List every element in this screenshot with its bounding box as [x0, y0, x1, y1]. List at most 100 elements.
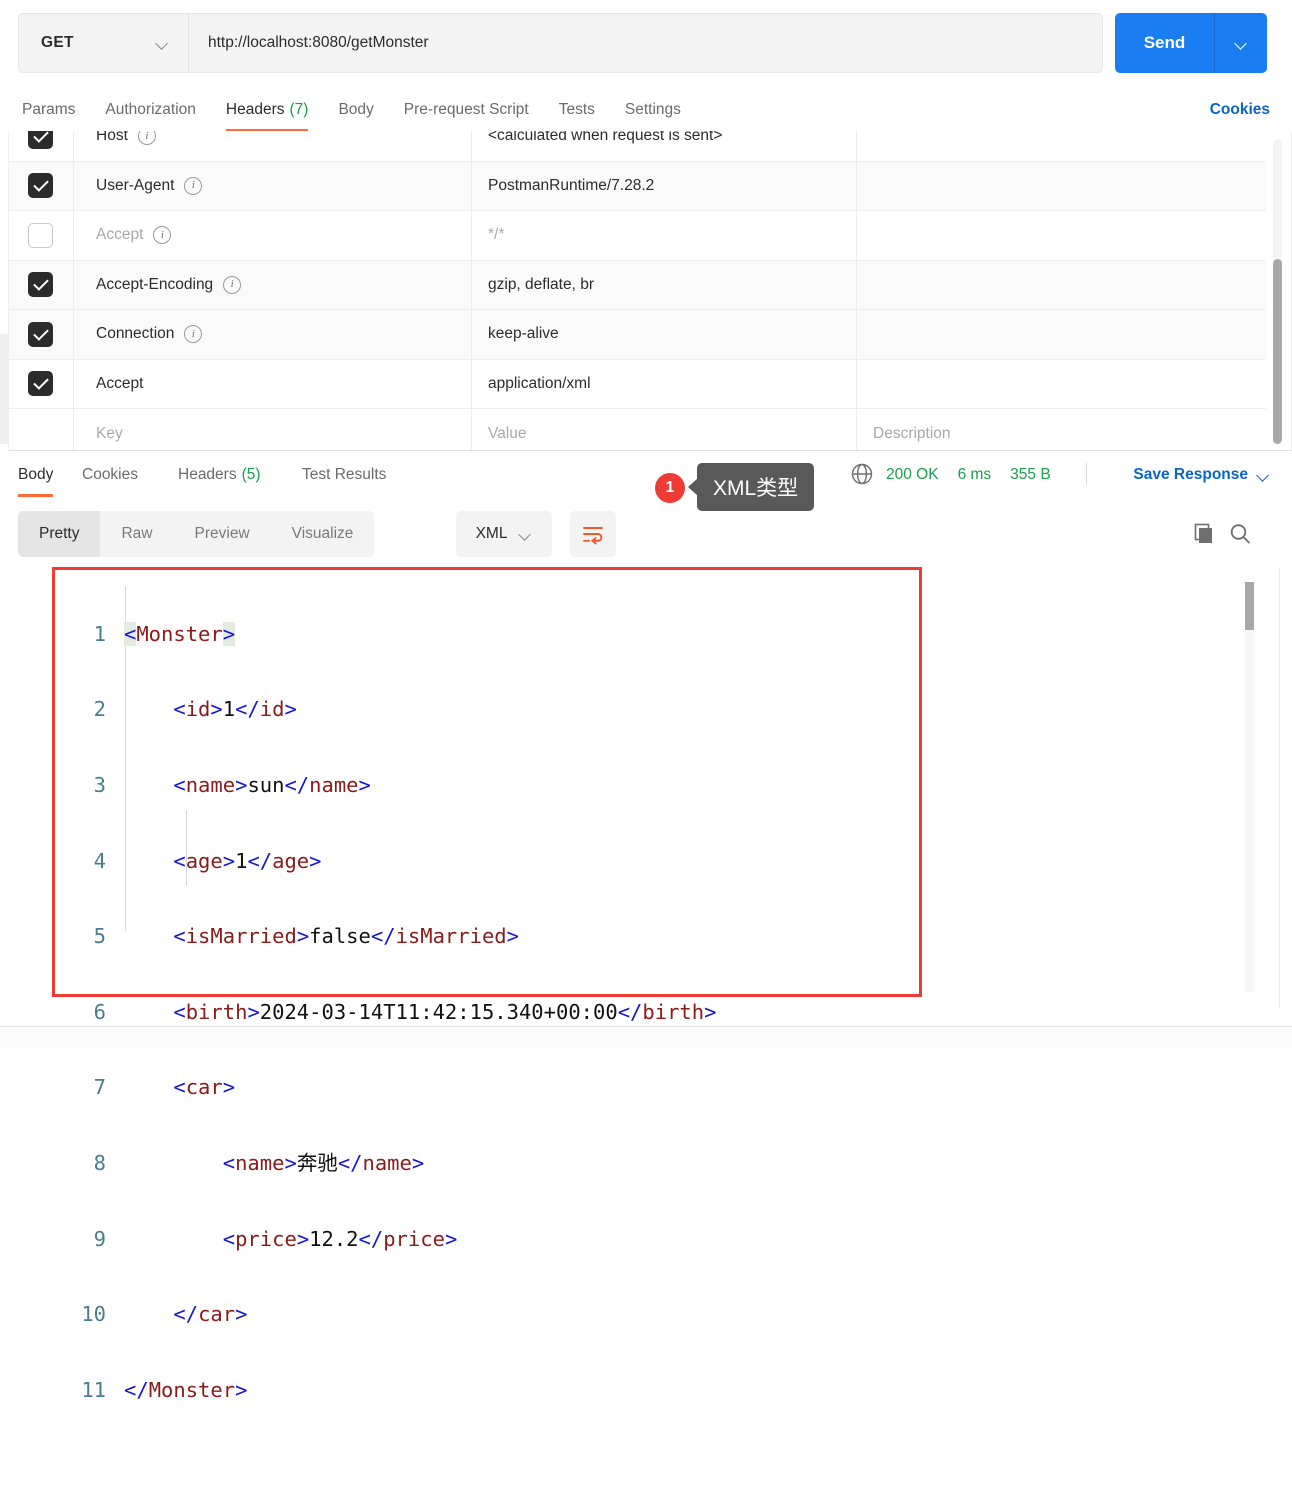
row-value-cell[interactable]: application/xml [472, 359, 857, 408]
code-line: 5 <isMarried>false</isMarried> [60, 918, 716, 956]
row-checkbox[interactable] [28, 131, 53, 149]
line-number: 10 [81, 1302, 106, 1327]
url-input-wrapper: GET http://localhost:8080/getMonster [18, 13, 1103, 73]
row-description-cell[interactable] [857, 310, 1266, 359]
row-checkbox[interactable] [28, 321, 53, 347]
info-icon[interactable]: i [137, 131, 156, 146]
info-icon[interactable]: i [153, 226, 172, 245]
table-row[interactable]: Accept application/xml [8, 359, 1266, 409]
code-scrollbar[interactable] [1245, 582, 1254, 992]
table-row[interactable]: User-Agent i PostmanRuntime/7.28.2 [8, 161, 1266, 211]
response-format-dropdown[interactable]: XML [456, 511, 552, 557]
tab-label: Body [338, 101, 374, 118]
http-method-dropdown[interactable]: GET [19, 14, 189, 72]
line-number: 4 [93, 848, 106, 873]
chevron-down-icon [156, 37, 169, 50]
row-key-cell[interactable]: User-Agent i [74, 161, 472, 210]
column-header-description: Description [873, 424, 951, 442]
info-icon[interactable]: i [184, 325, 203, 344]
annotation-tooltip: XML类型 [687, 463, 815, 511]
row-value-cell[interactable]: PostmanRuntime/7.28.2 [472, 161, 857, 210]
row-value-cell[interactable]: keep-alive [472, 310, 857, 359]
copy-icon[interactable] [1192, 522, 1216, 546]
row-key-cell[interactable]: Accept i [74, 211, 472, 260]
headers-table-scrollbar[interactable] [1273, 139, 1282, 444]
send-options-button[interactable] [1215, 13, 1267, 73]
line-number: 3 [93, 772, 106, 797]
tab-body[interactable]: Body [338, 88, 373, 132]
tab-tests[interactable]: Tests [559, 88, 595, 132]
response-format-toolbar: Pretty Raw Preview Visualize XML [0, 508, 1292, 560]
row-key-cell[interactable]: Host i [74, 131, 472, 161]
chevron-down-icon [1257, 469, 1270, 482]
save-response-button[interactable]: Save Response [1133, 463, 1270, 487]
wrap-lines-button[interactable] [570, 511, 616, 557]
header-key: Host [96, 131, 128, 145]
row-description-cell[interactable] [857, 131, 1266, 161]
header-key: Accept [96, 374, 144, 392]
view-mode-pretty[interactable]: Pretty [18, 511, 101, 557]
row-key-cell[interactable]: Connection i [74, 310, 472, 359]
chevron-down-icon [1235, 37, 1248, 50]
url-input[interactable]: http://localhost:8080/getMonster [189, 14, 1102, 72]
row-description-cell[interactable]: Description [857, 409, 1266, 451]
row-value-cell[interactable]: gzip, deflate, br [472, 260, 857, 309]
row-description-cell[interactable] [857, 360, 1266, 409]
scrollbar-thumb[interactable] [1273, 259, 1282, 444]
code-line: 8 <name>奔驰</name> [60, 1145, 716, 1183]
row-value-cell[interactable]: Value [472, 409, 857, 451]
globe-icon [850, 462, 874, 486]
send-button[interactable]: Send [1115, 13, 1214, 73]
row-key-cell[interactable]: Accept [74, 359, 472, 408]
row-description-cell[interactable] [857, 261, 1266, 310]
tab-pre-request-script[interactable]: Pre-request Script [404, 88, 529, 132]
tab-settings[interactable]: Settings [625, 88, 681, 132]
scrollbar-thumb[interactable] [1245, 582, 1254, 630]
tab-headers[interactable]: Headers (7) [225, 88, 309, 132]
tab-params[interactable]: Params [22, 88, 75, 132]
row-key-cell[interactable]: Accept-Encoding i [74, 260, 472, 309]
tab-label: Tests [558, 101, 595, 118]
response-tab-headers[interactable]: Headers (5) [178, 453, 261, 497]
info-icon[interactable]: i [184, 176, 203, 195]
gutter-thumb[interactable] [0, 334, 8, 444]
header-value: application/xml [488, 374, 591, 392]
line-number: 2 [93, 697, 106, 722]
code-line: 7 <car> [60, 1069, 716, 1107]
table-row[interactable]: Accept i */* [8, 211, 1266, 261]
table-row[interactable]: Connection i keep-alive [8, 310, 1266, 360]
response-tab-cookies[interactable]: Cookies [82, 453, 138, 497]
row-checkbox[interactable] [28, 371, 53, 397]
header-value: gzip, deflate, br [488, 275, 594, 293]
cookies-link[interactable]: Cookies [1210, 88, 1270, 132]
response-tab-body[interactable]: Body [18, 453, 54, 497]
tab-authorization[interactable]: Authorization [105, 88, 195, 132]
row-checkbox[interactable] [28, 272, 53, 298]
response-tab-test-results[interactable]: Test Results [302, 453, 386, 497]
info-icon[interactable]: i [223, 275, 242, 294]
headers-rows: Host i <calculated when request is sent>… [8, 131, 1266, 451]
row-checkbox[interactable] [28, 222, 53, 248]
tab-label: Cookies [82, 466, 138, 483]
view-mode-preview[interactable]: Preview [174, 511, 271, 557]
search-icon[interactable] [1228, 522, 1252, 546]
row-checkbox-cell [8, 131, 74, 161]
row-value-cell[interactable]: <calculated when request is sent> [472, 131, 857, 161]
tab-count: (7) [289, 101, 309, 118]
row-value-cell[interactable]: */* [472, 211, 857, 260]
row-description-cell[interactable] [857, 162, 1266, 211]
view-mode-raw[interactable]: Raw [100, 511, 173, 557]
http-method-label: GET [41, 34, 74, 51]
row-description-cell[interactable] [857, 211, 1266, 260]
view-mode-visualize[interactable]: Visualize [271, 511, 375, 557]
header-key: Connection [96, 325, 175, 343]
table-row[interactable]: Host i <calculated when request is sent> [8, 131, 1266, 162]
header-key: Accept [96, 226, 144, 244]
row-checkbox[interactable] [28, 173, 53, 199]
table-placeholder-row[interactable]: Key Value Description [8, 409, 1266, 451]
view-mode-label: Visualize [291, 525, 354, 542]
tab-label: Authorization [105, 101, 196, 118]
table-row[interactable]: Accept-Encoding i gzip, deflate, br [8, 260, 1266, 310]
row-key-cell[interactable]: Key [74, 409, 472, 451]
tab-label: Settings [624, 101, 681, 118]
